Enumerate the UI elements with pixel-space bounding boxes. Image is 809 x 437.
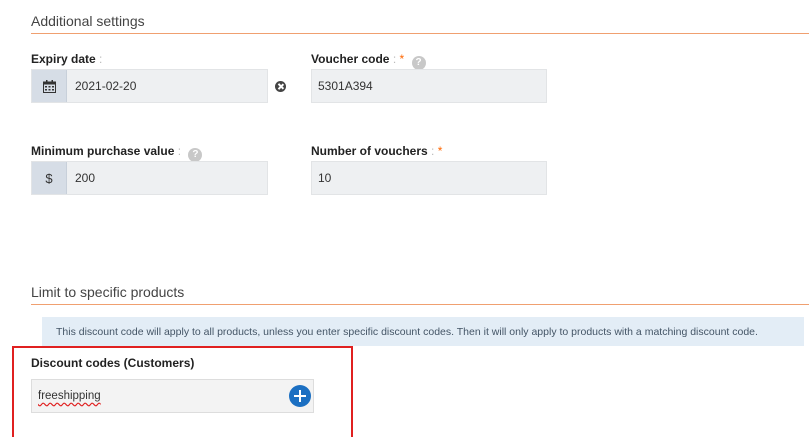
number-of-vouchers-label: Number of vouchers : * [311, 144, 442, 158]
expiry-date-value[interactable]: 2021-02-20 [67, 79, 136, 93]
voucher-code-value[interactable]: 5301A394 [312, 79, 373, 93]
dollar-addon: $ [32, 162, 67, 194]
number-of-vouchers-label-text: Number of vouchers [311, 144, 428, 158]
number-of-vouchers-required-marker: * [437, 144, 443, 158]
voucher-code-label-text: Voucher code [311, 52, 390, 66]
number-of-vouchers-colon: : [431, 144, 435, 158]
minimum-purchase-help-icon[interactable]: ? [188, 148, 203, 162]
minimum-purchase-label: Minimum purchase value : ? [31, 144, 203, 162]
expiry-date-label: Expiry date : [31, 52, 102, 66]
number-of-vouchers-field[interactable]: 10 [311, 161, 547, 195]
expiry-date-colon: : [99, 52, 103, 66]
discount-codes-field[interactable]: freeshipping [31, 379, 314, 413]
voucher-code-help-icon[interactable]: ? [411, 56, 426, 70]
expiry-date-label-text: Expiry date [31, 52, 96, 66]
minimum-purchase-label-text: Minimum purchase value [31, 144, 175, 158]
limit-products-divider [31, 304, 809, 305]
discount-code-value[interactable]: freeshipping [32, 390, 101, 402]
voucher-code-label: Voucher code : * ? [311, 52, 426, 70]
clear-date-icon[interactable] [275, 81, 286, 92]
number-of-vouchers-value[interactable]: 10 [312, 171, 331, 185]
minimum-purchase-value[interactable]: 200 [67, 171, 95, 185]
add-code-icon[interactable] [289, 385, 311, 407]
limit-products-title: Limit to specific products [31, 284, 185, 300]
voucher-code-required-marker: * [399, 52, 405, 66]
voucher-code-field[interactable]: 5301A394 [311, 69, 547, 103]
additional-settings-divider [31, 33, 809, 34]
info-message: This discount code will apply to all pro… [42, 317, 804, 346]
minimum-purchase-field[interactable]: $ 200 [31, 161, 268, 195]
minimum-purchase-colon: : [177, 144, 182, 158]
calendar-icon[interactable] [32, 70, 67, 102]
voucher-code-colon: : [392, 52, 397, 66]
discount-codes-label: Discount codes (Customers) [31, 356, 195, 370]
expiry-date-field[interactable]: 2021-02-20 [31, 69, 268, 103]
additional-settings-title: Additional settings [31, 13, 145, 29]
